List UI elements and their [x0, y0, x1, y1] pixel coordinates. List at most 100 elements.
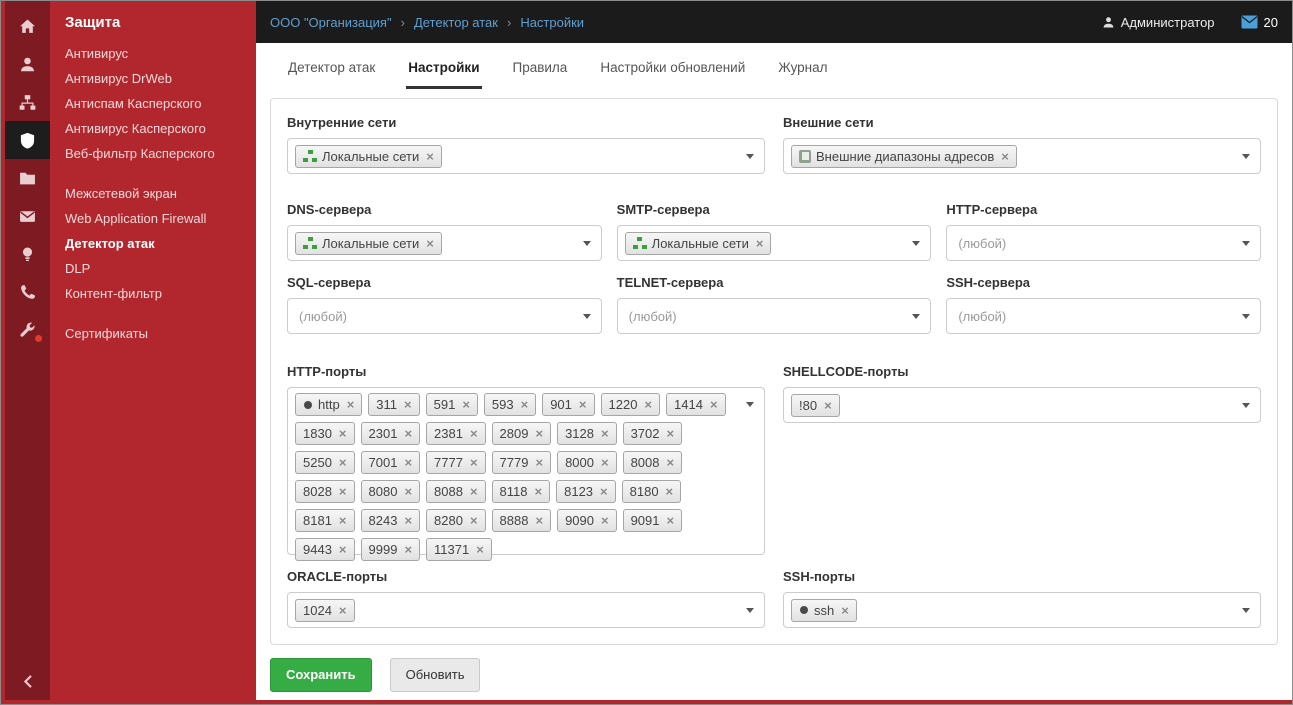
breadcrumb-link[interactable]: Настройки: [498, 15, 584, 30]
external-networks-multiselect[interactable]: Внешние диапазоны адресов ×: [783, 138, 1261, 174]
save-button[interactable]: Сохранить: [270, 658, 372, 692]
tag-remove-icon[interactable]: ×: [339, 485, 347, 498]
shellcode-ports-multiselect[interactable]: !80 ×: [783, 387, 1261, 423]
nav-home[interactable]: [5, 7, 50, 45]
dropdown-caret-icon[interactable]: [582, 314, 591, 319]
nav-users[interactable]: [5, 45, 50, 83]
tab[interactable]: Настройки: [406, 45, 482, 89]
tag-remove-icon[interactable]: ×: [426, 150, 434, 163]
tag-remove-icon[interactable]: ×: [841, 604, 849, 617]
tag-remove-icon[interactable]: ×: [347, 398, 355, 411]
dropdown-caret-icon[interactable]: [1241, 241, 1250, 246]
breadcrumb-link[interactable]: ООО "Организация": [270, 15, 392, 30]
tag-remove-icon[interactable]: ×: [404, 427, 412, 440]
menu-item[interactable]: Сертификаты: [65, 321, 246, 346]
field-label: Внутренние сети: [287, 115, 397, 130]
tab[interactable]: Журнал: [776, 45, 829, 89]
dropdown-caret-icon[interactable]: [912, 314, 921, 319]
dropdown-caret-icon[interactable]: [912, 241, 921, 246]
dropdown-caret-icon[interactable]: [746, 154, 754, 159]
internal-networks-multiselect[interactable]: Локальные сети ×: [287, 138, 765, 174]
tag-remove-icon[interactable]: ×: [339, 514, 347, 527]
tag-remove-icon[interactable]: ×: [470, 427, 478, 440]
dropdown-caret-icon[interactable]: [1242, 608, 1250, 613]
nav-security[interactable]: [5, 121, 50, 159]
ssh-ports-multiselect[interactable]: ssh ×: [783, 592, 1261, 628]
tag-remove-icon[interactable]: ×: [601, 514, 609, 527]
tag-remove-icon[interactable]: ×: [404, 543, 412, 556]
nav-network[interactable]: [5, 83, 50, 121]
dropdown-caret-icon[interactable]: [1242, 403, 1250, 408]
tag-remove-icon[interactable]: ×: [462, 398, 470, 411]
dropdown-caret-icon[interactable]: [1242, 154, 1250, 159]
dropdown-caret-icon[interactable]: [746, 402, 754, 407]
tag-remove-icon[interactable]: ×: [535, 485, 543, 498]
dropdown-caret-icon[interactable]: [1241, 314, 1250, 319]
tag-remove-icon[interactable]: ×: [600, 485, 608, 498]
dropdown-caret-icon[interactable]: [746, 608, 754, 613]
tag-remove-icon[interactable]: ×: [521, 398, 529, 411]
tag-remove-icon[interactable]: ×: [339, 456, 347, 469]
menu-item[interactable]: Web Application Firewall: [65, 206, 246, 231]
user-menu[interactable]: Администратор: [1102, 15, 1215, 30]
nav-services[interactable]: [5, 311, 50, 349]
breadcrumb-link[interactable]: Детектор атак: [392, 15, 498, 30]
tag-remove-icon[interactable]: ×: [535, 427, 543, 440]
tag-remove-icon[interactable]: ×: [339, 427, 347, 440]
tag-remove-icon[interactable]: ×: [404, 456, 412, 469]
menu-item[interactable]: Антивирус DrWeb: [65, 66, 246, 91]
tag-remove-icon[interactable]: ×: [404, 514, 412, 527]
sql-servers-select[interactable]: (любой): [287, 298, 602, 334]
tag-remove-icon[interactable]: ×: [426, 237, 434, 250]
tag-remove-icon[interactable]: ×: [710, 398, 718, 411]
tab[interactable]: Детектор атак: [286, 45, 377, 89]
refresh-button[interactable]: Обновить: [389, 658, 481, 692]
menu-item[interactable]: Антиспам Касперского: [65, 91, 246, 116]
menu-item[interactable]: Веб-фильтр Касперского: [65, 141, 246, 166]
tag-remove-icon[interactable]: ×: [667, 514, 675, 527]
tag-remove-icon[interactable]: ×: [535, 456, 543, 469]
menu-item[interactable]: Межсетевой экран: [65, 181, 246, 206]
tag-remove-icon[interactable]: ×: [601, 427, 609, 440]
dropdown-caret-icon[interactable]: [582, 241, 591, 246]
field-oracle-ports: ORACLE-порты 1024 ×: [287, 569, 765, 628]
menu-item[interactable]: Антивирус Касперского: [65, 116, 246, 141]
http-ports-multiselect[interactable]: http × 311 × 591 × 593 × 901 × 1220 × 14…: [287, 387, 765, 561]
tag-remove-icon[interactable]: ×: [535, 514, 543, 527]
tag-remove-icon[interactable]: ×: [404, 398, 412, 411]
tag-remove-icon[interactable]: ×: [824, 399, 832, 412]
telnet-servers-select[interactable]: (любой): [616, 298, 932, 334]
tag-remove-icon[interactable]: ×: [756, 237, 764, 250]
tag-remove-icon[interactable]: ×: [601, 456, 609, 469]
smtp-servers-multiselect[interactable]: Локальные сети ×: [616, 225, 932, 261]
tab[interactable]: Правила: [511, 45, 570, 89]
tab[interactable]: Настройки обновлений: [598, 45, 747, 89]
tag-remove-icon[interactable]: ×: [404, 485, 412, 498]
tag-remove-icon[interactable]: ×: [470, 485, 478, 498]
ssh-servers-select[interactable]: (любой): [946, 298, 1261, 334]
tag-remove-icon[interactable]: ×: [667, 427, 675, 440]
tag-remove-icon[interactable]: ×: [644, 398, 652, 411]
dns-servers-multiselect[interactable]: Локальные сети ×: [287, 225, 602, 261]
http-servers-select[interactable]: (любой): [946, 225, 1261, 261]
menu-item[interactable]: Контент-фильтр: [65, 281, 246, 306]
menu-item[interactable]: Антивирус: [65, 41, 246, 66]
sidebar-collapse-button[interactable]: [5, 662, 50, 700]
menu-item[interactable]: DLP: [65, 256, 246, 281]
nav-telephony[interactable]: [5, 273, 50, 311]
oracle-ports-multiselect[interactable]: 1024 ×: [287, 592, 765, 628]
tag-remove-icon[interactable]: ×: [667, 456, 675, 469]
tag-remove-icon[interactable]: ×: [339, 604, 347, 617]
tag-remove-icon[interactable]: ×: [666, 485, 674, 498]
menu-item[interactable]: Детектор атак: [65, 231, 246, 256]
nav-monitoring[interactable]: [5, 235, 50, 273]
notifications-button[interactable]: 20: [1241, 15, 1278, 30]
nav-files[interactable]: [5, 159, 50, 197]
tag-remove-icon[interactable]: ×: [470, 456, 478, 469]
tag-remove-icon[interactable]: ×: [476, 543, 484, 556]
tag-remove-icon[interactable]: ×: [339, 543, 347, 556]
tag-remove-icon[interactable]: ×: [470, 514, 478, 527]
tag-remove-icon[interactable]: ×: [579, 398, 587, 411]
nav-mail[interactable]: [5, 197, 50, 235]
tag-remove-icon[interactable]: ×: [1001, 150, 1009, 163]
